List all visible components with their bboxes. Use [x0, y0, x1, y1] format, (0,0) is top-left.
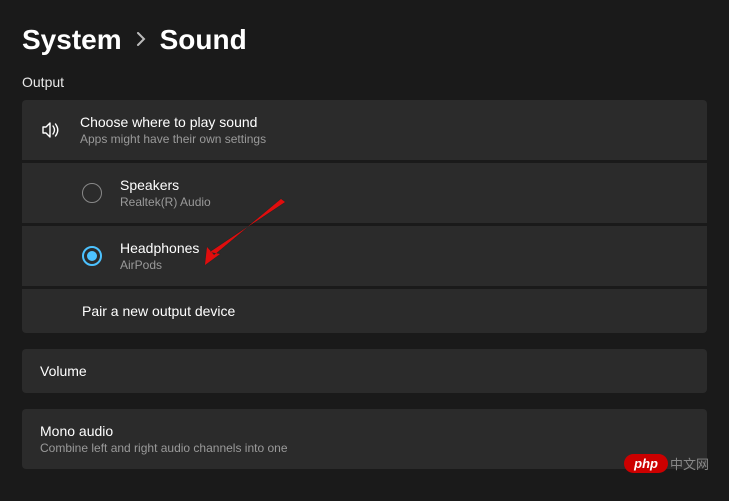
output-header-card[interactable]: Choose where to play sound Apps might ha…	[22, 100, 707, 160]
radio-unchecked-icon[interactable]	[82, 183, 102, 203]
device-name: Headphones	[120, 240, 199, 256]
mono-subtitle: Combine left and right audio channels in…	[40, 441, 288, 455]
device-detail: AirPods	[120, 258, 199, 272]
chevron-right-icon	[136, 30, 146, 51]
pair-device-label: Pair a new output device	[82, 303, 235, 319]
breadcrumb-parent-link[interactable]: System	[22, 24, 122, 56]
device-name: Speakers	[120, 177, 211, 193]
mono-audio-card[interactable]: Mono audio Combine left and right audio …	[22, 409, 707, 469]
device-detail: Realtek(R) Audio	[120, 195, 211, 209]
output-header-title: Choose where to play sound	[80, 114, 266, 130]
breadcrumb-current: Sound	[160, 24, 247, 56]
device-row-speakers[interactable]: Speakers Realtek(R) Audio	[22, 163, 707, 223]
pair-device-row[interactable]: Pair a new output device	[22, 289, 707, 333]
mono-title: Mono audio	[40, 423, 288, 439]
breadcrumb: System Sound	[0, 0, 729, 74]
speaker-wave-icon	[40, 119, 62, 141]
volume-card[interactable]: Volume	[22, 349, 707, 393]
output-header-subtitle: Apps might have their own settings	[80, 132, 266, 146]
volume-title: Volume	[40, 363, 87, 379]
radio-checked-icon[interactable]	[82, 246, 102, 266]
section-output-label: Output	[0, 74, 729, 100]
device-row-headphones[interactable]: Headphones AirPods	[22, 226, 707, 286]
